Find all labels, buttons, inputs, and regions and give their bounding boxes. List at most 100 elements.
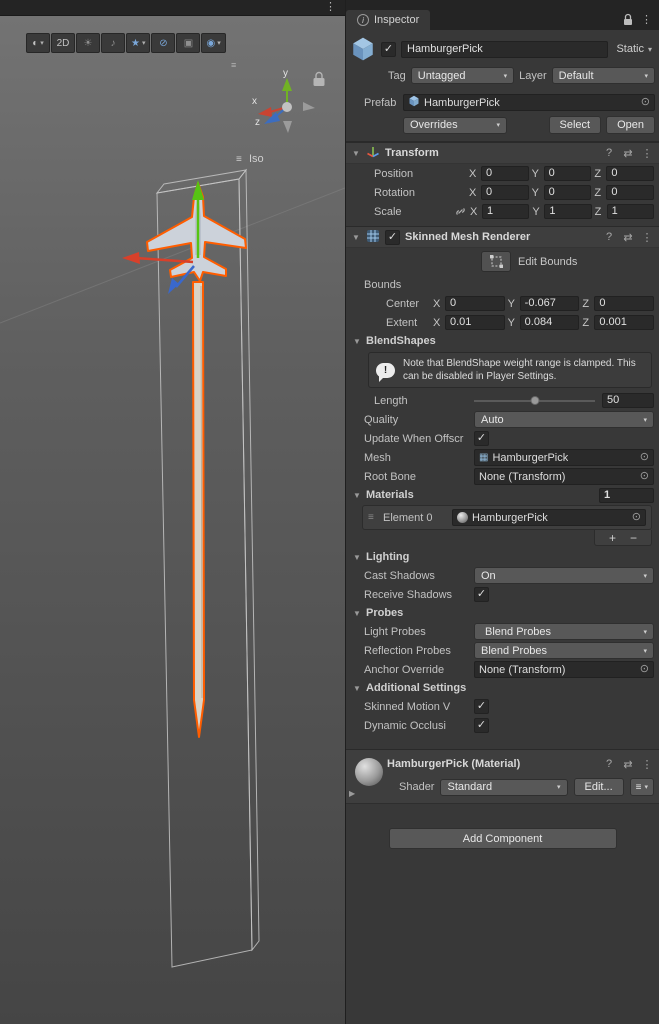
scale-y-field[interactable]: 1 xyxy=(544,204,592,219)
gizmo-center-ball[interactable] xyxy=(282,102,292,112)
inspector-menu-icon[interactable]: ⋮ xyxy=(641,15,652,26)
rotation-z-field[interactable]: 0 xyxy=(606,185,655,200)
lighting-foldout[interactable]: ▼ Lighting xyxy=(346,548,659,566)
extent-y-field[interactable]: 0.084 xyxy=(519,315,580,330)
help-icon[interactable]: ? xyxy=(602,758,616,770)
update-offscreen-checkbox[interactable]: ✓ xyxy=(474,431,489,446)
position-y-field[interactable]: 0 xyxy=(543,166,592,181)
object-picker-icon[interactable]: ⊙ xyxy=(640,664,649,675)
view-mode-label[interactable]: ≡ Iso xyxy=(236,153,264,165)
scale-z-field[interactable]: 1 xyxy=(606,204,654,219)
position-z-field[interactable]: 0 xyxy=(606,166,655,181)
component-menu-icon[interactable]: ⋮ xyxy=(640,231,654,244)
scale-link-icon[interactable] xyxy=(455,206,467,217)
shader-dropdown[interactable]: Standard ▾ xyxy=(440,778,568,796)
skinned-motion-checkbox[interactable]: ✓ xyxy=(474,699,489,714)
help-icon[interactable]: ? xyxy=(602,147,616,159)
length-slider[interactable] xyxy=(474,393,595,408)
name-field[interactable]: HamburgerPick xyxy=(401,40,609,58)
object-picker-icon[interactable]: ⊙ xyxy=(640,471,649,482)
presets-icon[interactable]: ⇄ xyxy=(621,147,635,160)
projection-mode-label[interactable]: Iso xyxy=(249,153,264,165)
overrides-dropdown[interactable]: Overrides ▾ xyxy=(403,116,507,134)
scene-audio-button[interactable]: ♪ xyxy=(101,33,125,53)
materials-foldout[interactable]: ▼ Materials 1 xyxy=(346,486,659,504)
foldout-icon[interactable]: ▼ xyxy=(351,149,361,158)
material-foldout-icon[interactable]: ▶ xyxy=(349,789,355,798)
foldout-icon[interactable]: ▼ xyxy=(352,491,362,500)
toggle-2d-button[interactable]: 2D xyxy=(51,33,75,53)
scene-effects-button[interactable]: ★ ▾ xyxy=(126,33,151,53)
extent-x-field[interactable]: 0.01 xyxy=(445,315,505,330)
presets-icon[interactable]: ⇄ xyxy=(621,758,635,771)
position-x-field[interactable]: 0 xyxy=(481,166,529,181)
receive-shadows-checkbox[interactable]: ✓ xyxy=(474,587,489,602)
light-probes-dropdown[interactable]: Blend Probes ▾ xyxy=(474,623,654,640)
draw-mode-button[interactable]: ◐ ▾ xyxy=(26,33,50,53)
extent-z-field[interactable]: 0.001 xyxy=(594,315,655,330)
edit-bounds-button[interactable] xyxy=(481,251,511,272)
add-material-button[interactable]: + xyxy=(609,532,616,544)
remove-material-button[interactable]: − xyxy=(630,532,637,544)
select-button[interactable]: Select xyxy=(548,116,602,134)
tag-dropdown[interactable]: Untagged ▾ xyxy=(410,67,515,84)
center-y-field[interactable]: -0.067 xyxy=(519,296,580,311)
quality-dropdown[interactable]: Auto ▾ xyxy=(474,411,654,428)
center-x-field[interactable]: 0 xyxy=(445,296,505,311)
open-button[interactable]: Open xyxy=(606,116,655,134)
smr-header[interactable]: ▼ ✓ Skinned Mesh Renderer ? ⇄ ⋮ xyxy=(346,226,659,248)
layer-dropdown[interactable]: Default ▾ xyxy=(551,67,655,84)
foldout-icon[interactable]: ▼ xyxy=(351,233,361,242)
slider-handle[interactable] xyxy=(530,396,539,405)
foldout-icon[interactable]: ▼ xyxy=(352,553,362,562)
active-checkbox[interactable]: ✓ xyxy=(381,41,396,57)
object-picker-icon[interactable]: ⊙ xyxy=(641,97,650,108)
component-enabled-checkbox[interactable]: ✓ xyxy=(385,229,400,245)
root-bone-field[interactable]: None (Transform) ⊙ xyxy=(474,468,654,485)
static-dropdown[interactable]: Static ▾ xyxy=(613,43,655,55)
foldout-icon[interactable]: ▼ xyxy=(352,337,362,346)
additional-settings-foldout[interactable]: ▼ Additional Settings xyxy=(346,679,659,697)
scale-x-field[interactable]: 1 xyxy=(482,204,530,219)
tab-inspector[interactable]: i Inspector xyxy=(346,10,431,30)
scene-camera-button[interactable]: ▣ xyxy=(176,33,201,53)
scene-viewport[interactable]: y x z ≡ ≡ Iso xyxy=(0,0,345,1024)
center-z-field[interactable]: 0 xyxy=(594,296,655,311)
material-menu-icon[interactable]: ⋮ xyxy=(640,758,654,771)
scene-lighting-button[interactable]: ☀ xyxy=(76,33,100,53)
cast-shadows-dropdown[interactable]: On ▾ xyxy=(474,567,654,584)
foldout-icon[interactable]: ▼ xyxy=(352,684,362,693)
mesh-field[interactable]: ▦ HamburgerPick ⊙ xyxy=(474,449,654,466)
edit-shader-button[interactable]: Edit... xyxy=(573,778,624,796)
foldout-icon[interactable]: ▼ xyxy=(352,609,362,618)
prefab-field[interactable]: HamburgerPick ⊙ xyxy=(403,94,655,111)
materials-size-field[interactable]: 1 xyxy=(599,487,654,503)
scene-visibility-button[interactable]: ⊘ xyxy=(151,33,176,53)
overlays-menu-icon[interactable]: ≡ xyxy=(231,60,236,70)
drag-handle-icon[interactable]: ≡ xyxy=(368,512,380,523)
object-picker-icon[interactable]: ⊙ xyxy=(632,512,641,523)
length-value-field[interactable]: 50 xyxy=(602,393,654,408)
pick-stick-mesh[interactable] xyxy=(192,281,205,738)
gizmos-dropdown-button[interactable]: ◉ ▾ xyxy=(201,33,226,53)
transform-header[interactable]: ▼ Transform ? ⇄ ⋮ xyxy=(346,142,659,164)
anchor-override-field[interactable]: None (Transform) ⊙ xyxy=(474,661,654,678)
blendshapes-foldout[interactable]: ▼ BlendShapes xyxy=(346,332,659,350)
probes-foldout[interactable]: ▼ Probes xyxy=(346,604,659,622)
material-element-row[interactable]: ≡ Element 0 HamburgerPick ⊙ xyxy=(366,508,648,527)
rotation-y-field[interactable]: 0 xyxy=(543,185,592,200)
reflection-probes-dropdown[interactable]: Blend Probes ▾ xyxy=(474,642,654,659)
lock-icon[interactable] xyxy=(622,13,634,26)
presets-icon[interactable]: ⇄ xyxy=(621,231,635,244)
material-options-button[interactable]: ≡ ▾ xyxy=(629,778,654,796)
rotation-x-field[interactable]: 0 xyxy=(481,185,529,200)
view-menu-icon[interactable]: ≡ xyxy=(236,154,242,165)
scene-menu-icon[interactable]: ⋮ xyxy=(325,2,336,13)
object-picker-icon[interactable]: ⊙ xyxy=(640,452,649,463)
element0-field[interactable]: HamburgerPick ⊙ xyxy=(452,509,646,526)
help-icon[interactable]: ? xyxy=(602,231,616,243)
dynamic-occlusion-checkbox[interactable]: ✓ xyxy=(474,718,489,733)
material-preview-sphere[interactable] xyxy=(355,758,383,786)
component-menu-icon[interactable]: ⋮ xyxy=(640,147,654,160)
add-component-button[interactable]: Add Component xyxy=(388,828,617,849)
